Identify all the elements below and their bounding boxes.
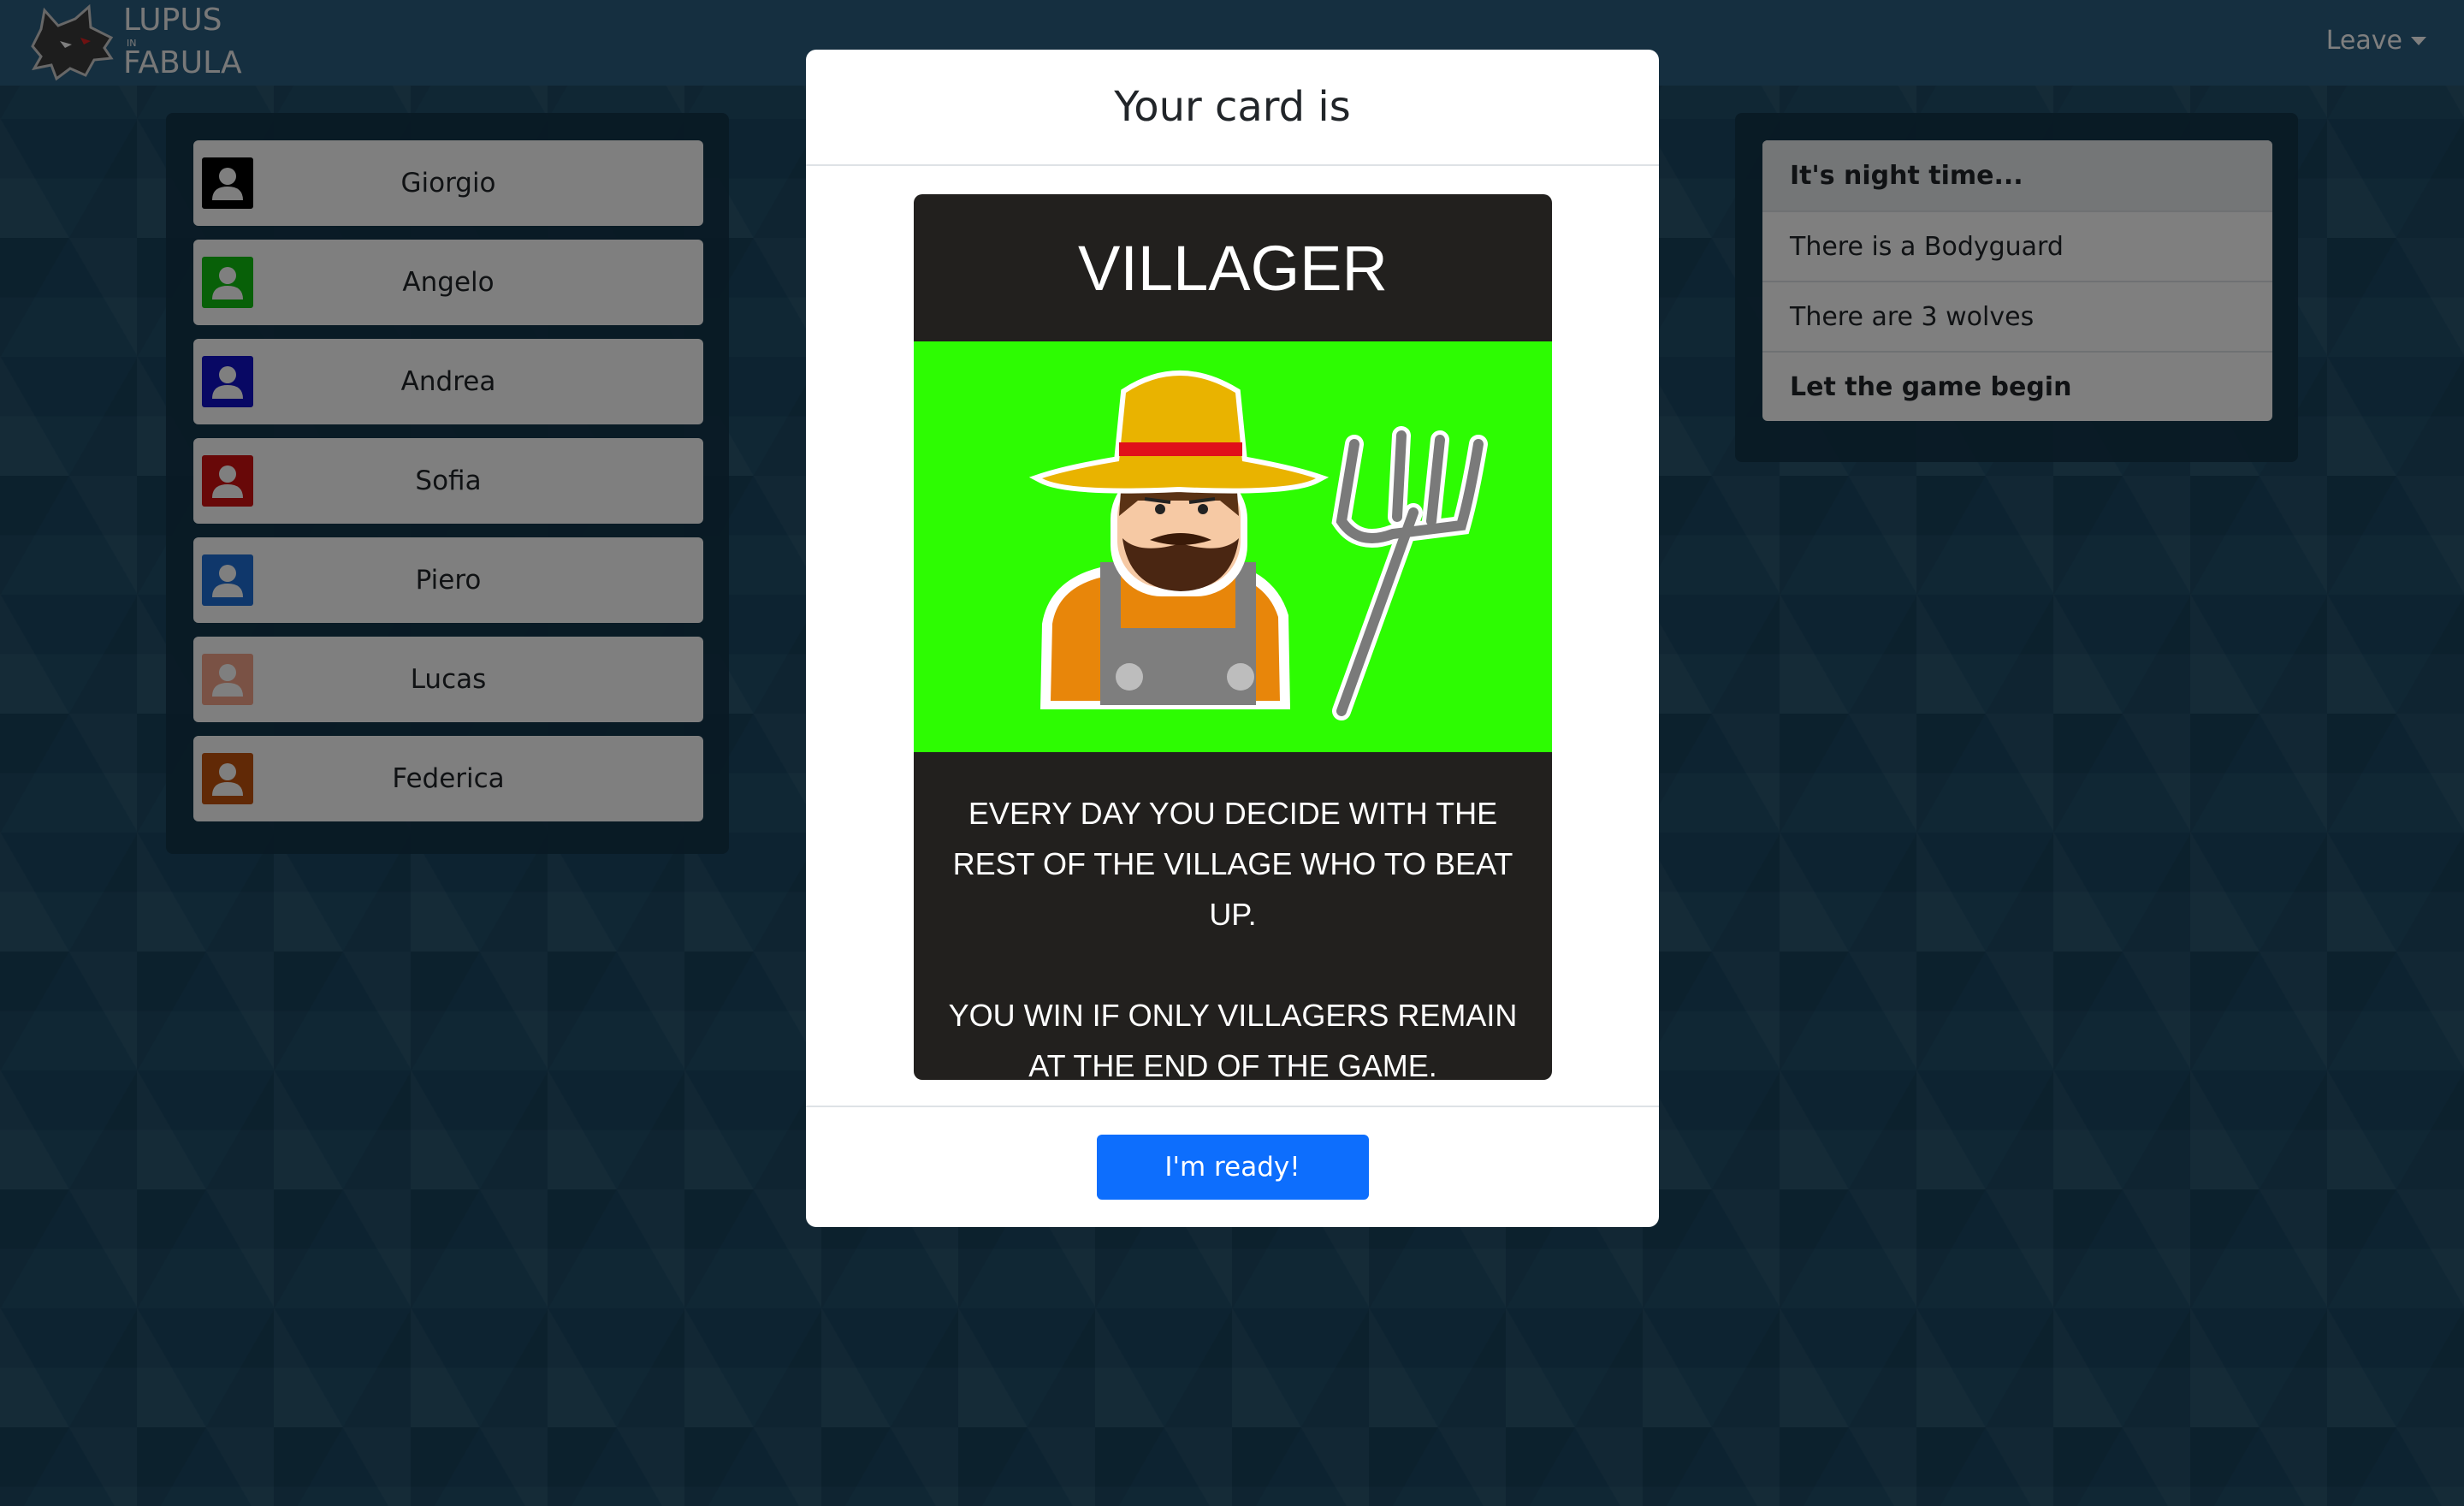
modal-title: Your card is: [1114, 83, 1351, 131]
card-modal: Your card is VILLAGER EVERY DAY YOU DECI…: [806, 50, 1659, 1227]
card-role-name: VILLAGER: [1078, 232, 1388, 304]
role-card: VILLAGER EVERY DAY YOU DECIDE WITH THE R…: [914, 194, 1552, 1080]
card-art: [914, 341, 1552, 752]
card-description-line-1: EVERY DAY YOU DECIDE WITH THE REST OF TH…: [952, 796, 1513, 932]
modal-footer: I'm ready!: [806, 1106, 1659, 1227]
villager-illustration-icon: [1028, 371, 1488, 720]
ready-button[interactable]: I'm ready!: [1096, 1135, 1369, 1200]
card-description: EVERY DAY YOU DECIDE WITH THE REST OF TH…: [931, 788, 1535, 1080]
modal-header: Your card is: [806, 50, 1659, 166]
card-description-line-2: YOU WIN IF ONLY VILLAGERS REMAIN AT THE …: [948, 998, 1518, 1080]
